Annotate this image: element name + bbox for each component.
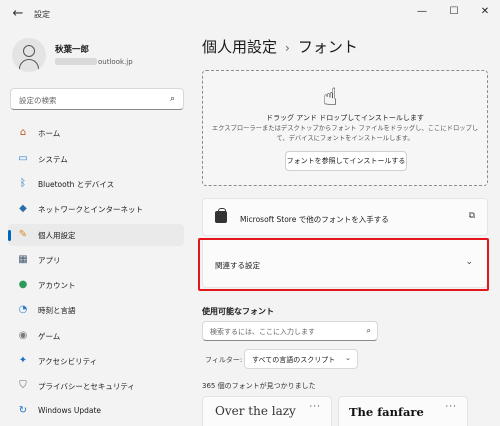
back-arrow-icon[interactable]: ← xyxy=(10,6,26,22)
drop-zone-title: ドラッグ アンド ドロップしてインストールします xyxy=(266,114,424,122)
store-link-label: Microsoft Store で他のフォントを入手する xyxy=(240,215,389,224)
accessibility-icon: ✦ xyxy=(18,355,28,366)
font-search-placeholder: 検索するには、ここに入力します xyxy=(210,328,315,336)
account-icon: ● xyxy=(18,279,28,290)
sidebar-item[interactable]: ⛉ プライバシーとセキュリティ xyxy=(8,375,184,397)
sidebar-item[interactable]: ◔ 時刻と言語 xyxy=(8,299,184,321)
apps-icon: ▦ xyxy=(18,254,28,265)
system-icon: ▭ xyxy=(18,153,28,164)
email-redaction xyxy=(55,58,97,65)
sidebar-item[interactable]: ✦ アクセシビリティ xyxy=(8,350,184,372)
sidebar-item[interactable]: ▦ アプリ xyxy=(8,249,184,271)
font-drop-zone[interactable]: ☝ ドラッグ アンド ドロップしてインストールします エクスプローラーまたはデス… xyxy=(202,70,488,186)
font-preview-card[interactable]: The fanfare ··· xyxy=(338,396,468,426)
highlight-box xyxy=(198,238,489,291)
chevron-down-icon: ⌄ xyxy=(345,354,351,362)
avatar[interactable] xyxy=(12,38,46,72)
breadcrumb-parent[interactable]: 個人用設定 xyxy=(202,38,277,56)
sidebar-item[interactable]: ↻ Windows Update xyxy=(8,400,184,422)
drop-zone-description: エクスプローラーまたはデスクトップからフォント ファイルをドラッグし、ここにドロ… xyxy=(211,125,479,142)
sidebar-item-label: 時刻と言語 xyxy=(38,306,76,315)
more-options-icon[interactable]: ··· xyxy=(445,402,457,412)
sidebar-item[interactable]: ● アカウント xyxy=(8,274,184,296)
sidebar-item-label: ホーム xyxy=(38,129,61,138)
sidebar-item-label: ネットワークとインターネット xyxy=(38,205,143,214)
filter-label: フィルター: xyxy=(205,356,243,364)
sidebar-item-label: アプリ xyxy=(38,256,61,265)
sidebar-item-label: Windows Update xyxy=(38,406,102,415)
breadcrumb-current: フォント xyxy=(297,38,358,56)
sidebar-item[interactable]: ⌂ ホーム xyxy=(8,122,184,144)
wifi-icon: ◆ xyxy=(19,203,27,214)
user-name: 秋葉一郎 xyxy=(55,45,90,55)
sidebar-item-label: ゲーム xyxy=(38,332,61,341)
privacy-shield-icon: ⛉ xyxy=(19,380,27,391)
sidebar-item-label: システム xyxy=(38,155,68,164)
breadcrumb-separator: › xyxy=(285,41,290,55)
time-language-icon: ◔ xyxy=(18,304,28,315)
search-placeholder: 設定の検索 xyxy=(19,96,57,105)
maximize-icon[interactable]: ☐ xyxy=(441,3,467,21)
sidebar-item-label: 個人用設定 xyxy=(38,231,76,240)
sidebar-item[interactable]: ◉ ゲーム xyxy=(8,325,184,347)
filter-value: すべての言語のスクリプト xyxy=(252,356,336,364)
sidebar-item-label: アクセシビリティ xyxy=(38,357,98,366)
sidebar-item[interactable]: ▭ システム xyxy=(8,148,184,170)
email-suffix: outlook.jp xyxy=(98,58,133,66)
personalization-icon: ✎ xyxy=(18,229,28,240)
sidebar-item-label: プライバシーとセキュリティ xyxy=(38,382,135,391)
more-options-icon[interactable]: ··· xyxy=(309,402,321,412)
search-icon[interactable]: ⌕ xyxy=(170,94,175,104)
browse-install-button[interactable]: フォントを参照してインストールする xyxy=(285,151,407,171)
external-link-icon: ⧉ xyxy=(468,211,475,221)
avatar-head-shape xyxy=(23,45,35,57)
bluetooth-icon: ᛒ xyxy=(20,178,26,189)
font-search-input[interactable]: 検索するには、ここに入力します ⌕ xyxy=(202,321,378,341)
available-fonts-heading: 使用可能なフォント xyxy=(202,307,274,316)
sidebar-item-label: アカウント xyxy=(38,281,76,290)
sidebar-item[interactable]: ◆ ネットワークとインターネット xyxy=(8,198,184,220)
settings-search-input[interactable]: 設定の検索 ⌕ xyxy=(10,88,184,110)
gaming-icon: ◉ xyxy=(18,330,28,341)
sidebar-item[interactable]: ✎ 個人用設定 xyxy=(8,224,184,246)
font-preview-card[interactable]: Over the lazy ··· xyxy=(202,396,332,426)
page-title: 個人用設定 › フォント xyxy=(202,36,358,57)
font-count: 365 個のフォントが見つかりました xyxy=(202,382,316,390)
sidebar-item[interactable]: ᛒ Bluetooth とデバイス xyxy=(8,173,184,195)
drag-hand-icon: ☝ xyxy=(323,83,338,111)
app-title: 設定 xyxy=(34,10,50,19)
avatar-body-shape xyxy=(19,59,39,72)
user-email: outlook.jp xyxy=(55,58,133,66)
close-icon[interactable]: ✕ xyxy=(472,3,498,21)
script-filter-dropdown[interactable]: すべての言語のスクリプト ⌄ xyxy=(244,349,358,369)
windows-update-icon: ↻ xyxy=(18,405,28,416)
title-bar: ← 設定 — ☐ ✕ xyxy=(0,0,500,30)
microsoft-store-link[interactable]: Microsoft Store で他のフォントを入手する ⧉ xyxy=(202,198,488,236)
font-sample-text: The fanfare xyxy=(349,405,424,419)
home-icon: ⌂ xyxy=(19,127,27,138)
search-icon[interactable]: ⌕ xyxy=(367,326,371,336)
store-bag-icon xyxy=(215,208,227,223)
sidebar-item-label: Bluetooth とデバイス xyxy=(38,180,115,189)
font-sample-text: Over the lazy xyxy=(215,404,296,418)
minimize-icon[interactable]: — xyxy=(409,3,435,21)
